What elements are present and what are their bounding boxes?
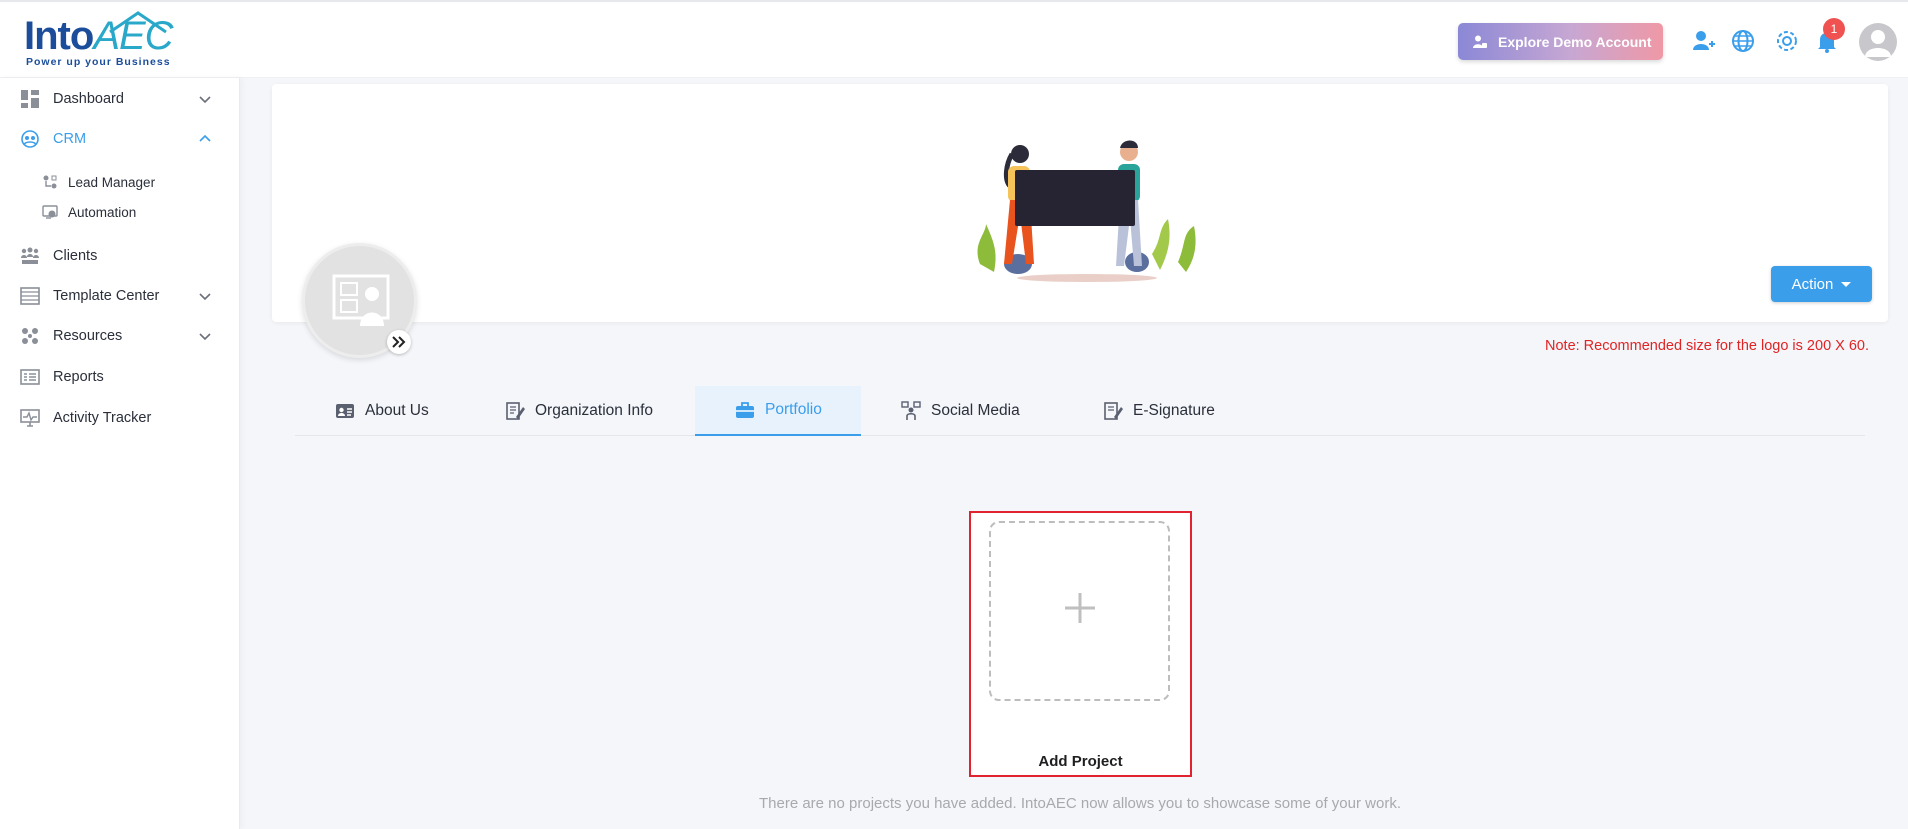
sidebar-item-label: Template Center bbox=[53, 288, 160, 304]
tab-about-us[interactable]: About Us bbox=[335, 386, 445, 436]
explore-demo-button[interactable]: Explore Demo Account bbox=[1458, 23, 1663, 60]
resources-icon bbox=[22, 328, 38, 344]
template-icon bbox=[20, 287, 40, 305]
automation-icon bbox=[42, 205, 58, 219]
logo-size-note: Note: Recommended size for the logo is 2… bbox=[1545, 338, 1870, 354]
chevron-down-icon bbox=[199, 96, 211, 104]
sidebar-item-label: CRM bbox=[53, 131, 87, 147]
profile-placeholder-icon bbox=[332, 274, 390, 326]
add-project-label: Add Project bbox=[1038, 753, 1123, 770]
notification-badge: 1 bbox=[1823, 18, 1845, 40]
tab-label: About Us bbox=[365, 402, 429, 419]
tab-label: Social Media bbox=[931, 402, 1020, 419]
caret-down-icon bbox=[1841, 281, 1852, 287]
tab-e-signature[interactable]: E-Signature bbox=[1103, 386, 1233, 436]
sidebar-item-dashboard[interactable]: Dashboard bbox=[0, 82, 240, 116]
sidebar-item-label: Reports bbox=[53, 369, 104, 385]
top-bar: IntoAEC Power up your Business Explore D… bbox=[0, 0, 1908, 78]
banner-illustration bbox=[977, 140, 1196, 282]
sidebar-item-label: Activity Tracker bbox=[53, 410, 152, 426]
sidebar-item-template-center[interactable]: Template Center bbox=[0, 279, 240, 313]
sidebar-subitem-label: Lead Manager bbox=[68, 174, 156, 190]
profile-tabs: About Us Organization Info Portfolio Soc… bbox=[295, 386, 1865, 436]
logo-roof-icon bbox=[109, 11, 167, 34]
crm-icon bbox=[21, 130, 39, 148]
clients-icon bbox=[21, 247, 39, 264]
tab-label: Portfolio bbox=[765, 401, 822, 418]
briefcase-icon bbox=[736, 402, 754, 418]
avatar[interactable] bbox=[1859, 23, 1897, 61]
sidebar-item-label: Clients bbox=[53, 248, 98, 264]
globe-icon[interactable] bbox=[1730, 28, 1756, 54]
sidebar-item-resources[interactable]: Resources bbox=[0, 319, 240, 353]
edit-doc-icon bbox=[506, 402, 525, 420]
sidebar-item-label: Dashboard bbox=[53, 91, 124, 107]
action-label: Action bbox=[1791, 275, 1834, 293]
lead-manager-icon bbox=[43, 175, 57, 189]
profile-banner bbox=[272, 84, 1888, 322]
id-card-icon bbox=[336, 404, 354, 418]
user-lock-icon bbox=[1473, 35, 1487, 48]
user-avatar-icon bbox=[1865, 30, 1891, 57]
action-dropdown-button[interactable]: Action bbox=[1771, 266, 1872, 302]
sidebar-subitem-label: Automation bbox=[68, 204, 137, 220]
logo-tagline: Power up your Business bbox=[26, 56, 171, 68]
sidebar-item-label: Resources bbox=[53, 328, 123, 344]
tab-organization-info[interactable]: Organization Info bbox=[505, 386, 665, 436]
tab-label: E-Signature bbox=[1133, 402, 1215, 419]
social-icon bbox=[901, 401, 921, 420]
sidebar-subitem-automation[interactable]: Automation bbox=[0, 199, 240, 225]
sidebar-item-reports[interactable]: Reports bbox=[0, 360, 240, 394]
signature-icon bbox=[1104, 402, 1123, 420]
gear-icon[interactable] bbox=[1774, 28, 1800, 54]
sidebar-item-crm[interactable]: CRM bbox=[0, 122, 240, 156]
explore-demo-label: Explore Demo Account bbox=[1498, 33, 1652, 50]
reports-icon bbox=[20, 369, 40, 385]
tab-label: Organization Info bbox=[535, 402, 654, 419]
expand-logo-button[interactable] bbox=[387, 330, 411, 354]
double-chevron-right-icon bbox=[392, 336, 406, 348]
empty-portfolio-message: There are no projects you have added. In… bbox=[758, 795, 1401, 812]
brand-logo[interactable]: IntoAEC Power up your Business bbox=[24, 10, 180, 68]
tab-social-media[interactable]: Social Media bbox=[901, 386, 1041, 436]
chevron-down-icon bbox=[199, 333, 211, 341]
tab-portfolio[interactable]: Portfolio bbox=[695, 386, 861, 436]
chevron-down-icon bbox=[199, 293, 211, 301]
sidebar: Dashboard CRM Lead Manager Automation Cl… bbox=[0, 78, 240, 829]
add-user-icon[interactable] bbox=[1690, 28, 1716, 54]
sidebar-item-activity-tracker[interactable]: Activity Tracker bbox=[0, 401, 240, 435]
plus-icon bbox=[1065, 593, 1095, 623]
sidebar-item-clients[interactable]: Clients bbox=[0, 239, 240, 273]
dashboard-icon bbox=[21, 90, 39, 108]
activity-icon bbox=[20, 409, 40, 427]
chevron-up-icon bbox=[199, 134, 211, 142]
sidebar-subitem-lead-manager[interactable]: Lead Manager bbox=[0, 169, 240, 195]
